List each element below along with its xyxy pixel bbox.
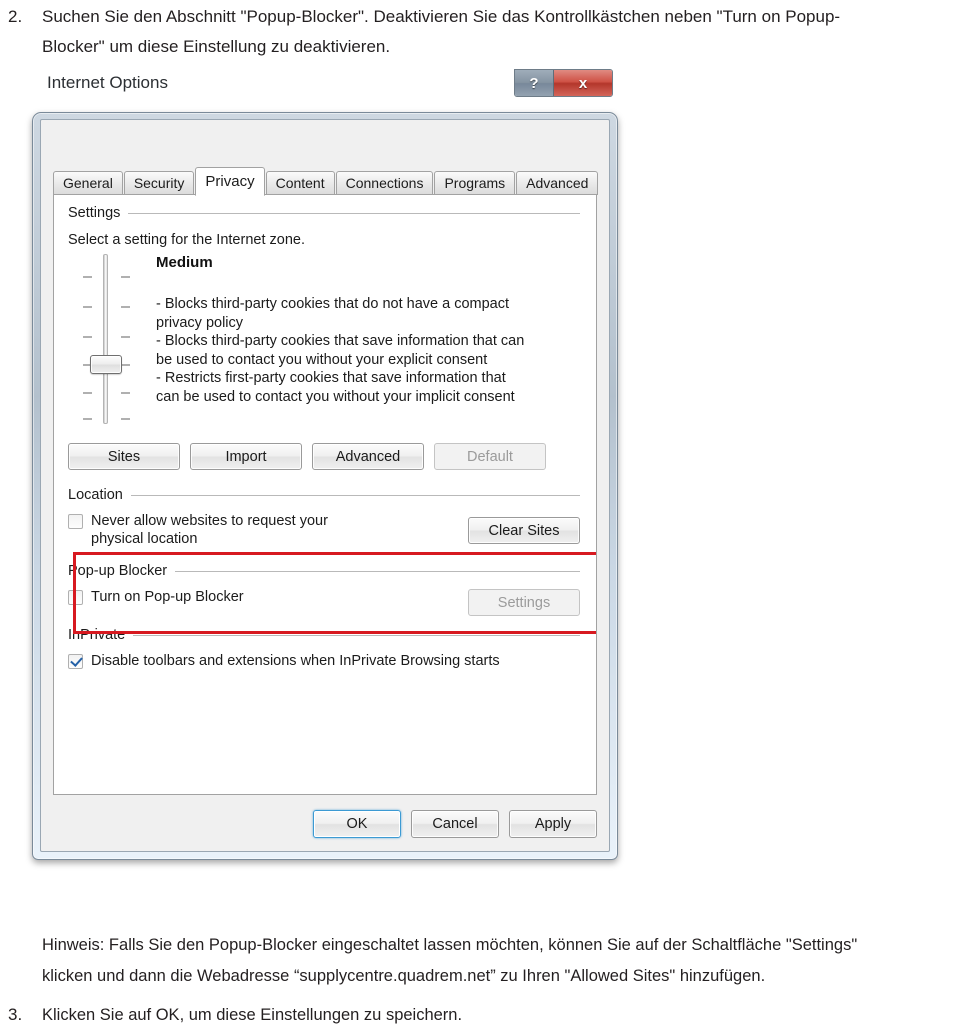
zone-description-line: - Blocks third-party cookies that do not… <box>156 296 510 312</box>
slider-tick <box>83 392 92 394</box>
step-text: Klicken Sie auf OK, um diese Einstellung… <box>42 1006 463 1024</box>
sites-button[interactable]: Sites <box>68 443 180 470</box>
default-button: Default <box>434 443 546 470</box>
internet-options-dialog[interactable]: Internet Options ? x General Security Pr… <box>32 69 618 860</box>
instruction-step-3: 3. Klicken Sie auf OK, um diese Einstell… <box>8 1000 960 1030</box>
tab-strip: General Security Privacy Content Connect… <box>53 167 599 196</box>
inprivate-group-header: InPrivate <box>68 627 580 643</box>
slider-tick <box>83 336 92 338</box>
dialog-footer: OK Cancel Apply <box>313 810 597 838</box>
step-number: 2. <box>8 7 23 26</box>
group-divider <box>128 212 580 214</box>
step-text-line-1: Suchen Sie den Abschnitt "Popup-Blocker"… <box>42 7 841 26</box>
turn-on-popup-blocker-label: Turn on Pop-up Blocker <box>91 589 244 605</box>
import-button[interactable]: Import <box>190 443 302 470</box>
slider-tick <box>83 306 92 308</box>
popup-blocker-group: Pop-up Blocker Turn on Pop-up Blocker Se… <box>68 563 580 616</box>
tab-general[interactable]: General <box>53 171 123 195</box>
note-paragraph: Hinweis: Falls Sie den Popup-Blocker ein… <box>42 930 950 992</box>
clear-sites-button-wrap: Clear Sites <box>468 517 580 544</box>
tab-programs[interactable]: Programs <box>434 171 516 195</box>
checkbox-icon[interactable] <box>68 514 83 529</box>
slider-tick <box>83 276 92 278</box>
popup-blocker-group-label: Pop-up Blocker <box>68 563 168 579</box>
clear-sites-button[interactable]: Clear Sites <box>468 517 580 544</box>
settings-group: Settings Select a setting for the Intern… <box>68 205 580 424</box>
zone-instruction: Select a setting for the Internet zone. <box>68 232 305 248</box>
group-divider <box>175 570 580 572</box>
popup-blocker-group-header: Pop-up Blocker <box>68 563 580 579</box>
tab-advanced[interactable]: Advanced <box>516 171 599 195</box>
location-group-label: Location <box>68 487 123 503</box>
group-divider <box>130 494 580 496</box>
popup-settings-button-wrap: Settings <box>468 589 580 616</box>
disable-toolbars-label: Disable toolbars and extensions when InP… <box>91 653 500 669</box>
group-divider <box>133 634 580 636</box>
slider-tick <box>83 418 92 420</box>
zone-description-line: be used to contact you without your expl… <box>156 351 488 368</box>
label-line-2: physical location <box>91 531 198 547</box>
step-text-line-2: Blocker" um diese Einstellung zu deaktiv… <box>42 37 391 56</box>
checkbox-icon[interactable] <box>68 590 83 605</box>
advanced-button[interactable]: Advanced <box>312 443 424 470</box>
tab-content[interactable]: Content <box>265 171 335 195</box>
settings-button-row: Sites Import Advanced Default <box>68 443 546 470</box>
slider-thumb[interactable] <box>90 355 122 374</box>
note-line-2: klicken und dann die Webadresse “supplyc… <box>42 967 766 985</box>
note-text: Hinweis: Falls Sie den Popup-Blocker ein… <box>42 930 857 992</box>
settings-group-header: Settings <box>68 205 580 221</box>
settings-group-label: Settings <box>68 205 121 221</box>
zone-description-list: - Blocks third-party cookies that do not… <box>156 295 580 406</box>
zone-description-area: Medium - Blocks third-party cookies that… <box>142 254 580 424</box>
disable-toolbars-checkbox-row[interactable]: Disable toolbars and extensions when InP… <box>68 652 580 670</box>
slider-tick <box>121 276 130 278</box>
label-line-1: Never allow websites to request your <box>91 513 328 529</box>
location-group-header: Location <box>68 487 580 503</box>
zone-description-line: privacy policy <box>156 314 244 331</box>
slider-tick <box>121 392 130 394</box>
close-icon[interactable]: x <box>554 70 612 96</box>
dialog-client-area: General Security Privacy Content Connect… <box>40 119 610 852</box>
dialog-title: Internet Options <box>47 73 168 92</box>
tab-privacy[interactable]: Privacy <box>195 167 265 196</box>
help-icon[interactable]: ? <box>515 70 554 96</box>
never-allow-location-label: Never allow websites to request your phy… <box>91 512 328 548</box>
privacy-level-slider[interactable] <box>68 254 142 424</box>
slider-tick <box>121 364 130 366</box>
zone-description-line: - Restricts first-party cookies that sav… <box>156 370 506 386</box>
slider-track <box>103 254 108 424</box>
location-group: Location Never allow websites to request… <box>68 487 580 548</box>
zone-description-line: - Blocks third-party cookies that save i… <box>156 333 525 349</box>
cancel-button[interactable]: Cancel <box>411 810 499 838</box>
slider-tick <box>121 418 130 420</box>
inprivate-group-label: InPrivate <box>68 627 126 643</box>
step-text: Suchen Sie den Abschnitt "Popup-Blocker"… <box>42 2 960 62</box>
window-caption-buttons: ? x <box>514 69 613 97</box>
slider-tick <box>121 336 130 338</box>
zone-description-line: can be used to contact you without your … <box>156 388 515 405</box>
inprivate-group: InPrivate Disable toolbars and extension… <box>68 627 580 670</box>
zone-slider-row: Medium - Blocks third-party cookies that… <box>68 254 580 424</box>
popup-settings-button: Settings <box>468 589 580 616</box>
ok-button[interactable]: OK <box>313 810 401 838</box>
step-number: 3. <box>8 1005 23 1024</box>
slider-tick <box>121 306 130 308</box>
privacy-tab-panel: Settings Select a setting for the Intern… <box>53 194 597 795</box>
checkbox-icon[interactable] <box>68 654 83 669</box>
zone-level-label: Medium <box>156 254 213 271</box>
instruction-step-2: 2. Suchen Sie den Abschnitt "Popup-Block… <box>8 2 960 62</box>
apply-button[interactable]: Apply <box>509 810 597 838</box>
note-line-1: Hinweis: Falls Sie den Popup-Blocker ein… <box>42 936 858 954</box>
tab-security[interactable]: Security <box>123 171 195 195</box>
tab-connections[interactable]: Connections <box>335 171 434 195</box>
